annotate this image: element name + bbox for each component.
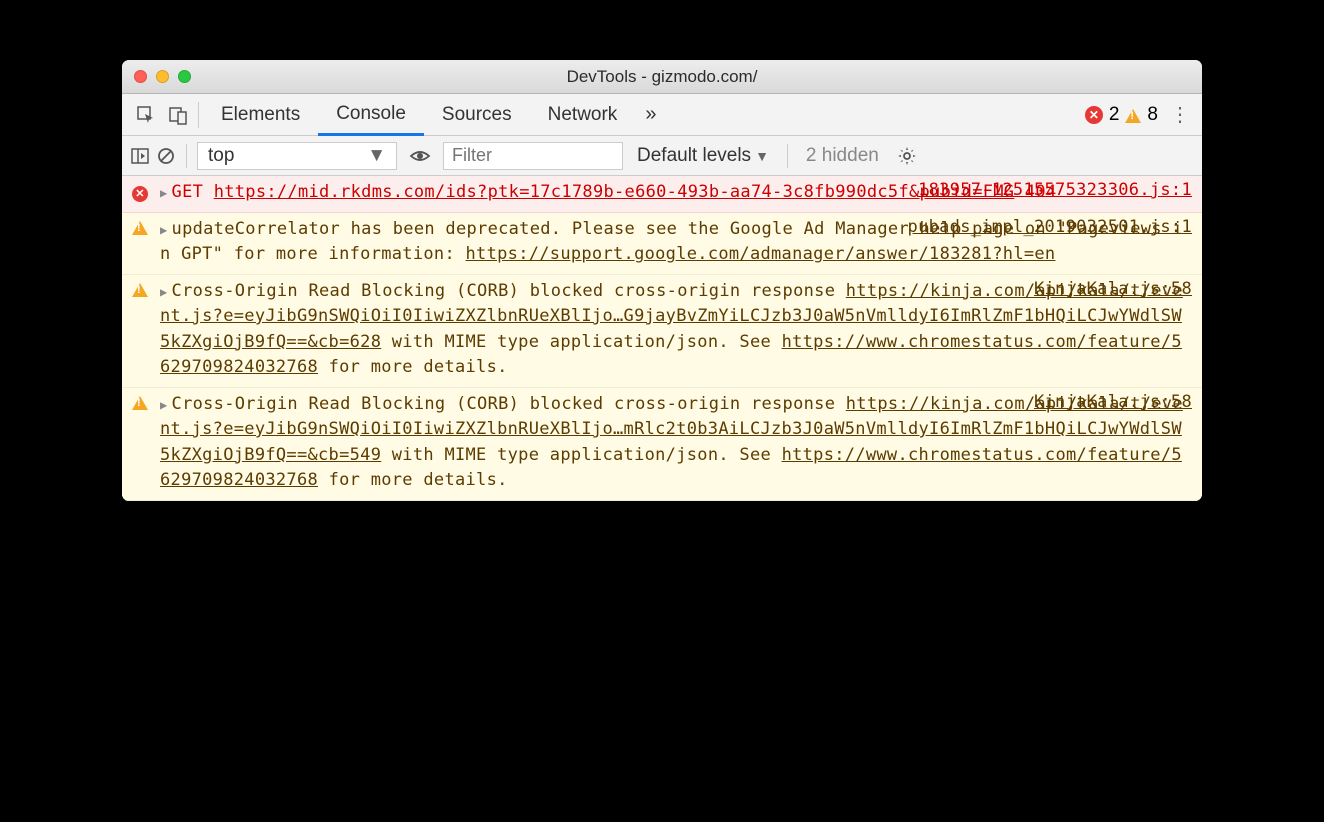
- window-title: DevTools - gizmodo.com/: [122, 67, 1202, 87]
- warning-count: 8: [1147, 104, 1158, 126]
- sidebar-toggle-icon[interactable]: [130, 146, 150, 166]
- context-selector[interactable]: top ▼: [197, 142, 397, 170]
- minimize-window-button[interactable]: [156, 70, 169, 83]
- warning-icon: [132, 221, 148, 235]
- more-menu-icon[interactable]: ⋮: [1166, 102, 1194, 127]
- expand-caret[interactable]: ▶: [160, 283, 168, 301]
- panel-tabs: Elements Console Sources Network »: [203, 94, 666, 136]
- expand-caret[interactable]: ▶: [160, 184, 168, 202]
- console-row-warning[interactable]: ▶Cross-Origin Read Blocking (CORB) block…: [122, 275, 1202, 388]
- status-counters[interactable]: ✕ 2 8: [1085, 104, 1158, 126]
- traffic-lights: [134, 70, 191, 83]
- live-expression-icon[interactable]: [403, 145, 437, 167]
- console-row-error[interactable]: ✕ ▶GET https://mid.rkdms.com/ids?ptk=17c…: [122, 176, 1202, 213]
- zoom-window-button[interactable]: [178, 70, 191, 83]
- request-url[interactable]: https://mid.rkdms.com/ids?ptk=17c1789b-e…: [214, 182, 1015, 202]
- divider: [198, 102, 199, 128]
- settings-icon[interactable]: [893, 146, 921, 166]
- tab-console[interactable]: Console: [318, 94, 424, 136]
- link[interactable]: https://support.google.com/admanager/ans…: [466, 244, 1056, 264]
- warning-icon: [132, 283, 148, 297]
- tab-sources[interactable]: Sources: [424, 94, 530, 136]
- divider: [186, 144, 187, 168]
- expand-caret[interactable]: ▶: [160, 221, 168, 239]
- console-messages: ✕ ▶GET https://mid.rkdms.com/ids?ptk=17c…: [122, 176, 1202, 501]
- tab-network[interactable]: Network: [530, 94, 636, 136]
- source-link[interactable]: KinjaKala.js:58: [1034, 279, 1192, 299]
- error-icon: ✕: [132, 186, 148, 202]
- device-toolbar-icon[interactable]: [162, 105, 194, 125]
- error-icon: ✕: [1085, 106, 1103, 124]
- titlebar: DevTools - gizmodo.com/: [122, 60, 1202, 94]
- levels-label: Default levels: [637, 145, 751, 167]
- divider: [787, 144, 788, 168]
- warning-icon: [132, 396, 148, 410]
- tabbar: Elements Console Sources Network » ✕ 2 8…: [122, 94, 1202, 136]
- log-levels-select[interactable]: Default levels ▼: [629, 145, 777, 167]
- console-row-warning[interactable]: ▶updateCorrelator has been deprecated. P…: [122, 213, 1202, 275]
- inspect-icon[interactable]: [130, 105, 162, 125]
- error-count: 2: [1109, 104, 1120, 126]
- hidden-count[interactable]: 2 hidden: [798, 145, 887, 167]
- source-link[interactable]: KinjaKala.js:58: [1034, 392, 1192, 412]
- close-window-button[interactable]: [134, 70, 147, 83]
- source-link[interactable]: pubads_impl_2019032501.js:1: [908, 217, 1192, 237]
- filter-input[interactable]: [443, 142, 623, 170]
- console-toolbar: top ▼ Default levels ▼ 2 hidden: [122, 136, 1202, 176]
- source-link[interactable]: 183957-12515575323306.js:1: [918, 180, 1192, 200]
- chevron-down-icon: ▼: [367, 145, 386, 167]
- devtools-window: DevTools - gizmodo.com/ Elements Console…: [122, 60, 1202, 501]
- clear-console-icon[interactable]: [156, 146, 176, 166]
- warning-icon: [1125, 107, 1141, 123]
- console-row-warning[interactable]: ▶Cross-Origin Read Blocking (CORB) block…: [122, 388, 1202, 501]
- tab-elements[interactable]: Elements: [203, 94, 318, 136]
- http-method: GET: [172, 182, 204, 202]
- context-value: top: [208, 145, 234, 167]
- expand-caret[interactable]: ▶: [160, 396, 168, 414]
- tab-overflow[interactable]: »: [635, 103, 666, 126]
- chevron-down-icon: ▼: [755, 148, 769, 164]
